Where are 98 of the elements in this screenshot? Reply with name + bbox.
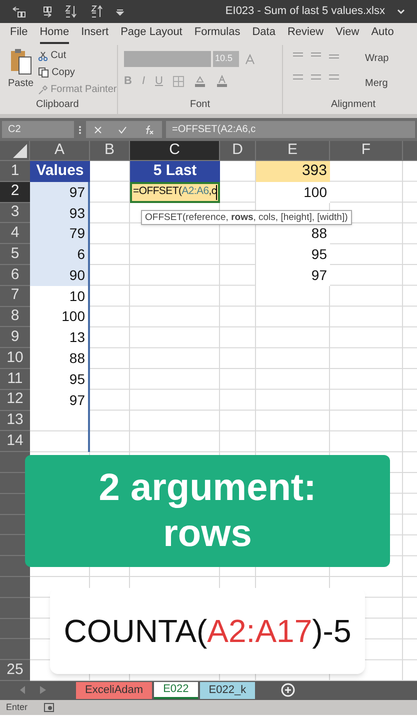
row-header[interactable] bbox=[0, 618, 30, 640]
result-cell: 393 bbox=[256, 161, 330, 182]
function-tooltip: OFFSET(reference, rows, cols, [height], [width]) bbox=[141, 210, 352, 225]
column-header[interactable]: A bbox=[30, 141, 90, 161]
row-header[interactable]: 12 bbox=[0, 390, 30, 411]
enter-icon[interactable] bbox=[118, 126, 128, 134]
row-header[interactable] bbox=[0, 576, 30, 598]
caption-text: 2 argument: bbox=[98, 466, 316, 511]
ribbon-tab[interactable]: Auto bbox=[371, 24, 394, 44]
table-cell: 97 bbox=[30, 390, 90, 411]
decrease-decimal-icon[interactable] bbox=[12, 6, 26, 18]
copy-icon[interactable] bbox=[38, 67, 49, 78]
grow-font-icon[interactable] bbox=[245, 54, 255, 64]
column-header[interactable]: E bbox=[256, 141, 330, 161]
table-cell: 79 bbox=[30, 223, 90, 244]
sort-descending-icon[interactable] bbox=[90, 5, 104, 18]
ribbon-tab[interactable]: Formulas bbox=[194, 24, 240, 44]
ribbon-tab[interactable]: Data bbox=[252, 24, 276, 44]
status-mode: Enter bbox=[6, 700, 28, 714]
row-header[interactable]: 11 bbox=[0, 368, 30, 390]
sort-ascending-icon[interactable] bbox=[64, 5, 78, 18]
table-cell: 100 bbox=[30, 306, 90, 328]
chevron-down-icon[interactable] bbox=[397, 8, 405, 14]
row-header[interactable]: 9 bbox=[0, 327, 30, 348]
more-icon bbox=[78, 124, 82, 134]
merge-button[interactable]: Merg bbox=[365, 76, 389, 91]
table-cell: 97 bbox=[30, 182, 90, 203]
macro-record-icon[interactable] bbox=[44, 702, 54, 712]
paste-button[interactable]: Paste bbox=[8, 76, 34, 91]
cut-button[interactable]: Cut bbox=[50, 48, 66, 63]
table-cell: 90 bbox=[30, 264, 90, 286]
cancel-icon[interactable] bbox=[94, 126, 102, 134]
font-color-icon[interactable] bbox=[216, 75, 228, 88]
row-header[interactable]: 14 bbox=[0, 431, 30, 452]
borders-icon[interactable] bbox=[172, 76, 184, 87]
column-header[interactable]: D bbox=[220, 141, 256, 161]
scissors-icon[interactable] bbox=[38, 50, 48, 60]
ribbon-tab[interactable]: Review bbox=[287, 24, 324, 44]
column-header[interactable] bbox=[403, 141, 417, 161]
row-header[interactable] bbox=[0, 639, 30, 660]
sheet-tab[interactable]: ExceliAdam bbox=[76, 682, 152, 699]
row-header[interactable]: 25 bbox=[0, 660, 30, 681]
format-painter-button[interactable]: Format Painter bbox=[50, 82, 117, 97]
font-name-field[interactable] bbox=[124, 51, 211, 67]
insert-function-icon[interactable] bbox=[144, 124, 154, 134]
row-header[interactable]: 4 bbox=[0, 223, 30, 244]
window-title: EI023 - Sum of last 5 values.xlsx bbox=[225, 4, 385, 20]
row-header[interactable]: 7 bbox=[0, 286, 30, 307]
sheet-tab[interactable]: E022 bbox=[154, 682, 198, 699]
brush-icon[interactable] bbox=[38, 84, 48, 94]
header-cell: Values bbox=[30, 161, 90, 182]
group-label: Alignment bbox=[331, 98, 376, 112]
table-cell: 10 bbox=[30, 286, 90, 307]
paste-icon[interactable] bbox=[8, 48, 33, 76]
row-header[interactable]: 5 bbox=[0, 244, 30, 265]
ribbon-tab[interactable]: Page Layout bbox=[120, 24, 182, 44]
group-label: Font bbox=[190, 98, 210, 112]
column-header[interactable]: B bbox=[90, 141, 130, 161]
formula-text: COUNTA(A2:A17)-5 bbox=[64, 612, 352, 651]
table-cell: 13 bbox=[30, 327, 90, 348]
row-header[interactable]: 13 bbox=[0, 410, 30, 432]
customize-toolbar-icon[interactable] bbox=[116, 8, 124, 16]
table-cell: 95 bbox=[256, 244, 330, 265]
editing-cell[interactable]: =OFFSET(A2:A6,c bbox=[130, 182, 220, 203]
table-cell: 93 bbox=[30, 202, 90, 224]
table-cell: 95 bbox=[30, 368, 90, 390]
copy-button[interactable]: Copy bbox=[52, 65, 75, 80]
table-cell: 6 bbox=[30, 244, 90, 265]
ribbon-tab[interactable]: Insert bbox=[81, 24, 109, 44]
row-header[interactable]: 10 bbox=[0, 348, 30, 369]
row-header[interactable]: 6 bbox=[0, 264, 30, 286]
row-header[interactable]: 2 bbox=[0, 182, 30, 203]
caption-text: rows bbox=[163, 512, 252, 557]
row-header[interactable] bbox=[0, 556, 30, 577]
ribbon-tab[interactable]: File bbox=[10, 24, 28, 44]
group-label: Clipboard bbox=[36, 98, 80, 112]
table-cell: 88 bbox=[30, 348, 90, 369]
add-sheet-icon[interactable] bbox=[281, 683, 296, 698]
select-all-button[interactable] bbox=[0, 141, 30, 161]
header-cell: 5 Last bbox=[130, 161, 220, 182]
scroll-left-icon[interactable] bbox=[20, 686, 26, 694]
row-header[interactable] bbox=[0, 598, 30, 619]
scroll-right-icon[interactable] bbox=[40, 686, 46, 694]
column-header[interactable]: C bbox=[130, 141, 220, 161]
formula-field[interactable]: =OFFSET(A2:A6,c bbox=[166, 121, 415, 138]
ribbon-tab[interactable]: View bbox=[336, 24, 360, 44]
table-cell: 97 bbox=[256, 264, 330, 286]
row-header[interactable]: 1 bbox=[0, 161, 30, 182]
fill-color-icon[interactable] bbox=[194, 75, 206, 88]
wrap-text-button[interactable]: Wrap bbox=[365, 51, 389, 66]
sheet-tab[interactable]: E022_k bbox=[200, 682, 256, 699]
name-box[interactable]: C2 bbox=[2, 121, 74, 138]
triangle-icon bbox=[13, 144, 27, 158]
column-header[interactable]: F bbox=[330, 141, 403, 161]
table-cell: 88 bbox=[256, 223, 330, 244]
row-header[interactable]: 3 bbox=[0, 202, 30, 224]
table-cell: 100 bbox=[256, 182, 330, 203]
row-header[interactable]: 8 bbox=[0, 306, 30, 328]
